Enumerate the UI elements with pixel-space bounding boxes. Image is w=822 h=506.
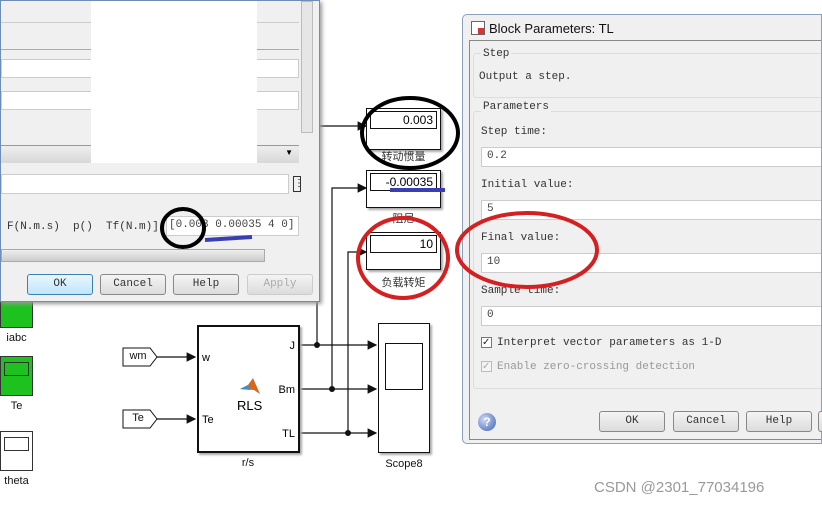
black-circle-inertia — [360, 96, 460, 170]
red-circle-final-value — [455, 211, 599, 289]
annotation-layer — [160, 96, 599, 300]
watermark: CSDN @2301_77034196 — [594, 479, 765, 496]
red-circle-load-torque — [356, 216, 450, 300]
black-circle-param — [160, 207, 206, 249]
blue-underline-param — [204, 235, 253, 242]
